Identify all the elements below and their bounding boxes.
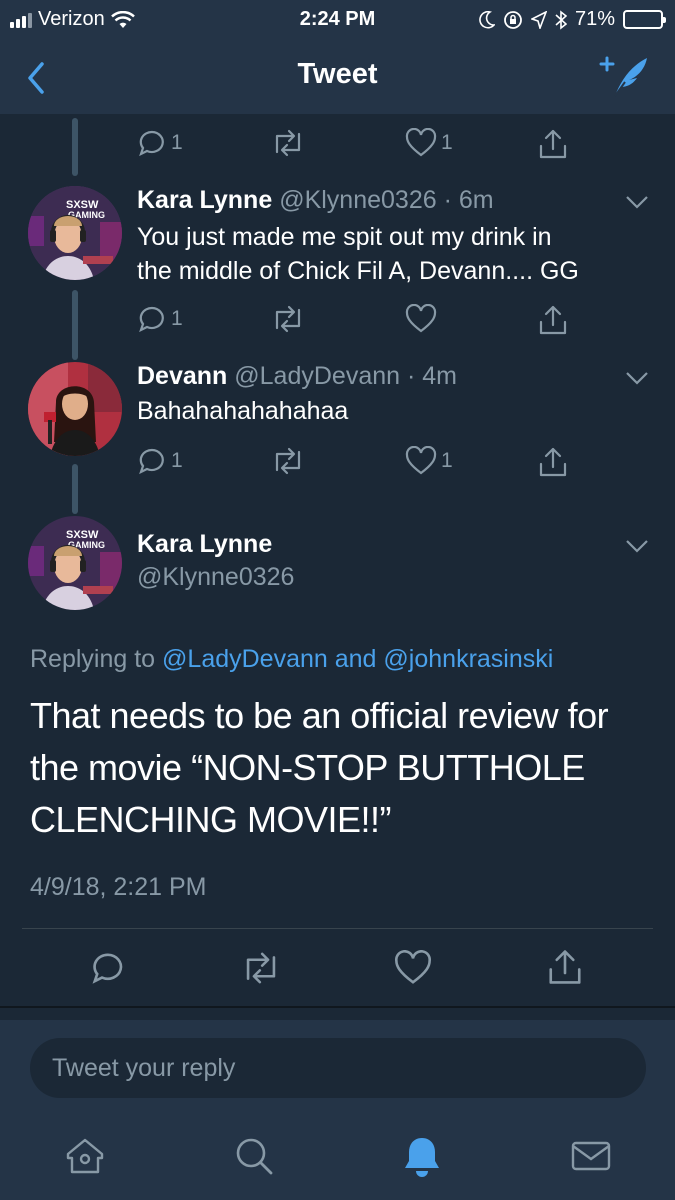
replying-and: and xyxy=(334,645,377,673)
avatar[interactable]: SXSW GAMING xyxy=(28,516,122,610)
home-icon[interactable] xyxy=(63,1134,107,1178)
heart-icon xyxy=(405,446,437,475)
thread-line xyxy=(72,290,78,360)
search-icon[interactable] xyxy=(232,1134,276,1178)
share-action[interactable] xyxy=(538,304,568,336)
bluetooth-icon xyxy=(555,9,567,30)
tweet-time: 6m xyxy=(458,186,494,214)
tweet-time: 4m xyxy=(422,362,457,390)
reply-count: 1 xyxy=(171,307,183,330)
section-separator xyxy=(0,1006,675,1008)
share-icon xyxy=(539,305,567,335)
heart-icon[interactable] xyxy=(394,950,432,986)
messages-icon[interactable] xyxy=(569,1134,613,1178)
reply-icon xyxy=(139,306,164,333)
main-tweet-text: That needs to be an official review for … xyxy=(30,690,650,846)
reply-action[interactable]: 1 xyxy=(137,446,183,476)
status-bar: Verizon 2:24 PM 71% xyxy=(0,0,675,38)
heart-icon xyxy=(405,304,437,333)
like-action[interactable]: 1 xyxy=(405,128,453,158)
author-handle[interactable]: @LadyDevann xyxy=(234,362,400,390)
dot-separator: · xyxy=(400,362,423,390)
reply-icon xyxy=(139,448,164,475)
dot-separator: · xyxy=(436,186,459,214)
retweet-action[interactable] xyxy=(271,304,305,334)
retweet-icon[interactable] xyxy=(241,950,281,986)
battery-percent: 71% xyxy=(574,8,615,30)
main-tweet-line: the movie “NON-STOP BUTTHOLE xyxy=(30,747,585,788)
retweet-icon xyxy=(275,447,301,475)
heart-icon xyxy=(405,128,437,157)
reply-input[interactable]: Tweet your reply xyxy=(30,1038,646,1098)
main-author-name[interactable]: Kara Lynne xyxy=(137,530,272,559)
compose-tweet-button[interactable] xyxy=(599,54,651,100)
tweet-text: Bahahahahahahaa xyxy=(137,394,657,428)
reply-count: 1 xyxy=(171,131,183,154)
replying-to: Replying to @LadyDevann and @johnkrasins… xyxy=(30,645,553,674)
avatar[interactable] xyxy=(28,362,122,456)
tweet-header: Devann @LadyDevann · 4m xyxy=(137,362,457,391)
mention-link[interactable]: @LadyDevann xyxy=(162,645,328,673)
location-icon xyxy=(530,10,547,29)
reply-icon xyxy=(139,130,164,157)
chevron-down-icon[interactable] xyxy=(625,538,649,554)
reply-icon[interactable] xyxy=(90,950,126,986)
rotation-lock-icon xyxy=(504,10,522,29)
share-icon[interactable] xyxy=(547,948,583,986)
main-author-handle[interactable]: @Klynne0326 xyxy=(137,563,294,592)
reply-count: 1 xyxy=(171,449,183,472)
retweet-icon xyxy=(275,305,301,333)
divider xyxy=(22,928,653,929)
tweet-date: 4/9/18, 2:21 PM xyxy=(30,873,207,901)
tab-bar xyxy=(0,1114,675,1200)
main-tweet-line: CLENCHING MOVIE!!” xyxy=(30,799,392,840)
like-action[interactable] xyxy=(405,304,437,334)
like-count: 1 xyxy=(441,131,453,154)
chevron-down-icon[interactable] xyxy=(625,370,649,386)
tweet-text-line: You just made me spit out my drink in xyxy=(137,223,552,251)
top-bar: Verizon 2:24 PM 71% Tweet xyxy=(0,0,675,114)
author-name[interactable]: Devann xyxy=(137,362,227,390)
tweet-actions: 1 1 xyxy=(137,128,577,164)
notifications-icon[interactable] xyxy=(400,1134,444,1178)
thread-line xyxy=(72,464,78,514)
reply-bar: Tweet your reply xyxy=(0,1020,675,1114)
reply-action[interactable]: 1 xyxy=(137,304,183,334)
thread-line xyxy=(72,118,78,176)
share-icon xyxy=(539,447,567,477)
main-tweet-actions xyxy=(0,948,675,992)
reply-action[interactable]: 1 xyxy=(137,128,183,158)
like-count: 1 xyxy=(441,449,453,472)
tweet-header: Kara Lynne @Klynne0326 · 6m xyxy=(137,186,494,215)
status-right: 71% xyxy=(479,8,666,31)
nav-bar: Tweet xyxy=(0,40,675,114)
tweet-text-line: Bahahahahahahaa xyxy=(137,397,349,425)
like-action[interactable]: 1 xyxy=(405,446,453,476)
replying-prefix: Replying to xyxy=(30,645,156,673)
main-tweet-line: That needs to be an official review for xyxy=(30,695,609,736)
retweet-action[interactable] xyxy=(271,446,305,476)
tweet-actions: 1 xyxy=(137,304,577,340)
tweet-text: You just made me spit out my drink in th… xyxy=(137,220,657,288)
tweet-actions: 1 1 xyxy=(137,446,577,482)
tweet-text-line: the middle of Chick Fil A, Devann.... GG xyxy=(137,257,579,285)
chevron-down-icon[interactable] xyxy=(625,194,649,210)
author-name[interactable]: Kara Lynne xyxy=(137,186,272,214)
mention-link[interactable]: @johnkrasinski xyxy=(383,645,553,673)
share-icon xyxy=(539,129,567,159)
share-action[interactable] xyxy=(538,128,568,160)
author-handle[interactable]: @Klynne0326 xyxy=(279,186,436,214)
page-title: Tweet xyxy=(297,58,378,90)
share-action[interactable] xyxy=(538,446,568,478)
retweet-action[interactable] xyxy=(271,128,305,158)
moon-icon xyxy=(479,10,495,29)
retweet-icon xyxy=(275,129,301,157)
avatar[interactable]: SXSW GAMING xyxy=(28,186,122,280)
battery-icon xyxy=(623,10,666,29)
